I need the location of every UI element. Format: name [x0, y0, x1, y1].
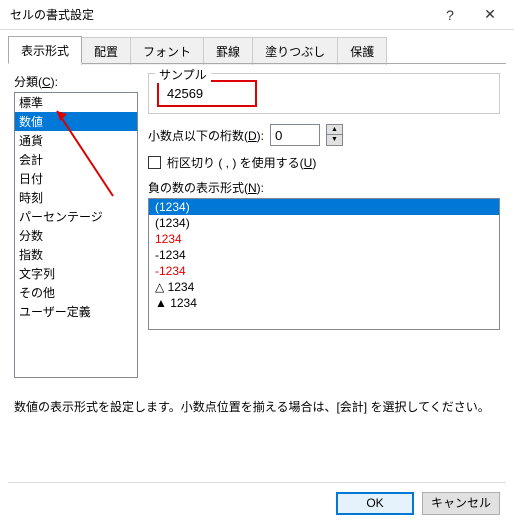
category-list[interactable]: 標準数値通貨会計日付時刻パーセンテージ分数指数文字列その他ユーザー定義 — [14, 92, 138, 378]
list-item[interactable]: 日付 — [15, 169, 137, 188]
dialog-title: セルの書式設定 — [10, 6, 430, 23]
tab-1[interactable]: 配置 — [81, 37, 131, 65]
sample-label: サンプル — [155, 66, 211, 83]
list-item[interactable]: 文字列 — [15, 264, 137, 283]
help-note: 数値の表示形式を設定します。小数点位置を揃える場合は、[会計] を選択してくださ… — [0, 398, 514, 415]
decimals-spinner[interactable]: ▲ ▼ — [326, 124, 343, 146]
list-item[interactable]: -1234 — [149, 263, 499, 279]
tab-bar: 表示形式配置フォント罫線塗りつぶし保護 — [0, 30, 514, 64]
tab-4[interactable]: 塗りつぶし — [252, 37, 338, 65]
negative-format-list[interactable]: (1234)(1234)1234-1234-1234△ 1234▲ 1234 — [148, 198, 500, 330]
spin-down-icon[interactable]: ▼ — [327, 135, 342, 145]
list-item[interactable]: 時刻 — [15, 188, 137, 207]
footer: OK キャンセル — [336, 492, 500, 515]
tab-2[interactable]: フォント — [130, 37, 204, 65]
negative-format-label: 負の数の表示形式(N): — [148, 179, 500, 196]
cancel-button[interactable]: キャンセル — [422, 492, 500, 515]
list-item[interactable]: (1234) — [149, 215, 499, 231]
list-item[interactable]: 会計 — [15, 150, 137, 169]
list-item[interactable]: 標準 — [15, 93, 137, 112]
list-item[interactable]: ユーザー定義 — [15, 302, 137, 321]
ok-button[interactable]: OK — [336, 492, 414, 515]
list-item[interactable]: (1234) — [149, 199, 499, 215]
list-item[interactable]: 数値 — [15, 112, 137, 131]
sample-box: サンプル 42569 — [148, 73, 500, 114]
list-item[interactable]: ▲ 1234 — [149, 295, 499, 311]
sample-value: 42569 — [157, 80, 257, 107]
list-item[interactable]: 1234 — [149, 231, 499, 247]
decimals-input[interactable] — [270, 124, 320, 146]
thousands-sep-label: 桁区切り ( , ) を使用する(U) — [167, 154, 316, 171]
close-button[interactable]: ✕ — [470, 1, 510, 29]
list-item[interactable]: パーセンテージ — [15, 207, 137, 226]
tab-0[interactable]: 表示形式 — [8, 36, 82, 64]
list-item[interactable]: 通貨 — [15, 131, 137, 150]
category-label: 分類(C): — [14, 73, 138, 90]
spin-up-icon[interactable]: ▲ — [327, 125, 342, 135]
list-item[interactable]: -1234 — [149, 247, 499, 263]
titlebar: セルの書式設定 ? ✕ — [0, 0, 514, 30]
tab-3[interactable]: 罫線 — [203, 37, 253, 65]
decimals-label: 小数点以下の桁数(D): — [148, 127, 264, 144]
thousands-sep-checkbox[interactable] — [148, 156, 161, 169]
list-item[interactable]: その他 — [15, 283, 137, 302]
list-item[interactable]: 分数 — [15, 226, 137, 245]
list-item[interactable]: 指数 — [15, 245, 137, 264]
tab-5[interactable]: 保護 — [337, 37, 387, 65]
list-item[interactable]: △ 1234 — [149, 279, 499, 295]
help-button[interactable]: ? — [430, 1, 470, 29]
